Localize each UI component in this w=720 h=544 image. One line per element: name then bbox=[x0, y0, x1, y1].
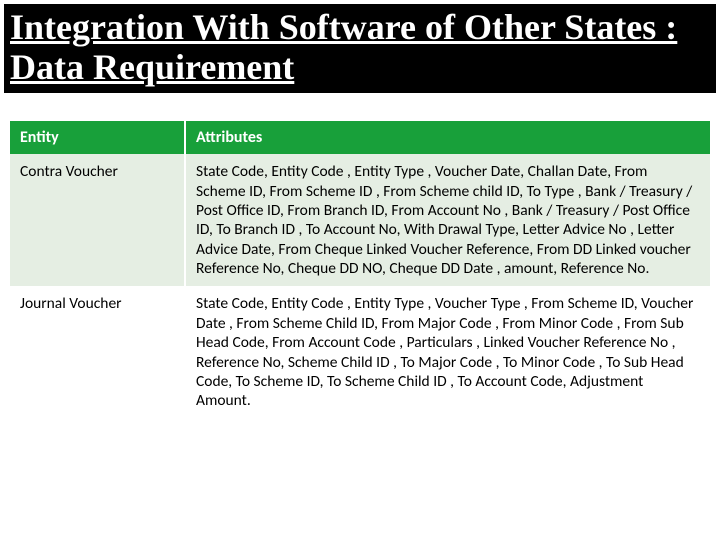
col-header-entity: Entity bbox=[10, 121, 185, 154]
cell-attributes: State Code, Entity Code , Entity Type , … bbox=[185, 154, 710, 286]
table-row: Journal Voucher State Code, Entity Code … bbox=[10, 286, 710, 418]
table-row: Contra Voucher State Code, Entity Code ,… bbox=[10, 154, 710, 286]
title-band: Integration With Software of Other State… bbox=[4, 4, 716, 93]
table-header-row: Entity Attributes bbox=[10, 121, 710, 154]
data-table: Entity Attributes Contra Voucher State C… bbox=[10, 121, 710, 419]
cell-entity: Contra Voucher bbox=[10, 154, 185, 286]
cell-attributes: State Code, Entity Code , Entity Type , … bbox=[185, 286, 710, 418]
page-title: Integration With Software of Other State… bbox=[10, 8, 706, 87]
cell-entity: Journal Voucher bbox=[10, 286, 185, 418]
col-header-attributes: Attributes bbox=[185, 121, 710, 154]
